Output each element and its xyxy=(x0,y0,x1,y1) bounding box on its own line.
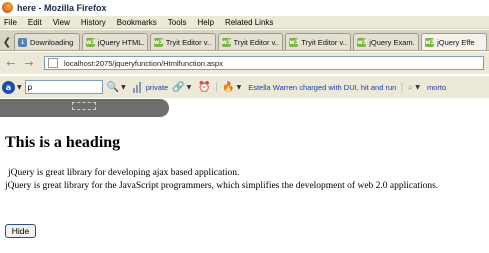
menu-edit[interactable]: Edit xyxy=(28,18,42,27)
firefox-icon xyxy=(2,2,13,13)
ask-logo-icon[interactable]: a xyxy=(2,80,15,94)
toolbar-search-input[interactable] xyxy=(24,80,103,94)
chevron-down-icon[interactable]: ▼ xyxy=(237,84,242,91)
chevron-down-icon[interactable]: ▼ xyxy=(187,84,192,91)
tab-jquery-examples[interactable]: w3 jQuery Exam... xyxy=(353,33,420,50)
w3schools-icon: w3 xyxy=(425,37,435,47)
menu-history[interactable]: History xyxy=(81,18,106,27)
page-content: This is a heading jQuery is great librar… xyxy=(0,118,489,253)
chevron-down-icon[interactable]: ▼ xyxy=(121,84,126,91)
tab-scroll-left-icon[interactable]: ❮ xyxy=(2,34,12,50)
trailing-link[interactable]: morto xyxy=(427,83,446,92)
tab-bar: ❮ ↓ Downloading ... w3 jQuery HTML... w3… xyxy=(0,30,489,51)
private-link[interactable]: private xyxy=(146,83,169,92)
flame-icon[interactable]: 🔥 xyxy=(222,82,234,93)
search-icon[interactable]: 🔍 xyxy=(107,82,119,93)
tab-label: Tryit Editor v... xyxy=(165,37,212,47)
loading-pill xyxy=(0,99,169,117)
tab-label: Tryit Editor v... xyxy=(301,37,348,47)
tab-tryit-editor-1[interactable]: w3 Tryit Editor v... xyxy=(149,33,216,50)
separator-icon: | xyxy=(214,81,219,93)
page-icon xyxy=(48,58,58,68)
w3schools-icon: w3 xyxy=(85,37,96,47)
url-bar[interactable]: localhost:2075/jqueryfunction/Htmlfuncti… xyxy=(44,56,484,70)
magnifier-icon[interactable]: ⌕ xyxy=(408,82,414,93)
separator-icon: | xyxy=(400,81,404,93)
paragraph-2: jQuery is great library for the JavaScri… xyxy=(5,181,439,191)
menu-bookmarks[interactable]: Bookmarks xyxy=(117,18,157,27)
page-heading: This is a heading xyxy=(5,134,121,151)
menu-tools[interactable]: Tools xyxy=(168,18,187,27)
menu-file[interactable]: File xyxy=(4,18,17,27)
ask-toolbar: a ▼ 🔍 ▼ private 🔗 ▼ ⏰ | 🔥 ▼ Estella Warr… xyxy=(0,76,489,98)
tab-jquery-effects[interactable]: w3 jQuery Effe xyxy=(421,33,487,50)
tab-tryit-editor-2[interactable]: w3 Tryit Editor v... xyxy=(217,33,284,50)
url-text: localhost:2075/jqueryfunction/Htmlfuncti… xyxy=(64,58,223,68)
window-title: here - Mozilla Firefox xyxy=(17,2,107,13)
title-bar: here - Mozilla Firefox xyxy=(0,0,489,15)
tab-downloading[interactable]: ↓ Downloading ... xyxy=(13,33,80,50)
news-headline-link[interactable]: Estella Warren charged with DUI, hit and… xyxy=(248,83,396,92)
placeholder-dots-icon xyxy=(72,102,96,110)
navigation-bar: ← → localhost:2075/jqueryfunction/Htmlfu… xyxy=(0,52,489,74)
tab-label: Downloading ... xyxy=(29,37,76,47)
hide-button[interactable]: Hide xyxy=(5,224,36,238)
w3schools-icon: w3 xyxy=(221,37,232,47)
download-icon: ↓ xyxy=(17,37,27,47)
alarm-clock-icon[interactable]: ⏰ xyxy=(198,82,210,93)
menu-related-links[interactable]: Related Links xyxy=(225,18,273,27)
tab-tryit-editor-3[interactable]: w3 Tryit Editor v... xyxy=(285,33,352,50)
tab-label: jQuery Effe xyxy=(437,37,475,47)
paragraph-1: jQuery is great library for developing a… xyxy=(8,168,240,178)
w3schools-icon: w3 xyxy=(357,37,367,47)
menu-help[interactable]: Help xyxy=(197,18,213,27)
tab-label: Tryit Editor v... xyxy=(233,37,280,47)
tab-label: jQuery Exam... xyxy=(369,37,416,47)
w3schools-icon: w3 xyxy=(289,37,300,47)
menu-view[interactable]: View xyxy=(53,18,70,27)
tab-label: jQuery HTML... xyxy=(97,37,144,47)
tab-jquery-html[interactable]: w3 jQuery HTML... xyxy=(81,33,148,50)
bar-chart-icon[interactable] xyxy=(132,81,142,93)
chevron-down-icon[interactable]: ▼ xyxy=(415,84,420,91)
menu-bar: File Edit View History Bookmarks Tools H… xyxy=(0,16,489,29)
chevron-down-icon[interactable]: ▼ xyxy=(17,84,22,91)
toolbar-strip xyxy=(0,99,489,117)
link-icon[interactable]: 🔗 xyxy=(172,82,184,93)
back-arrow-icon[interactable]: ← xyxy=(4,56,18,70)
w3schools-icon: w3 xyxy=(153,37,164,47)
forward-arrow-icon[interactable]: → xyxy=(22,56,36,70)
